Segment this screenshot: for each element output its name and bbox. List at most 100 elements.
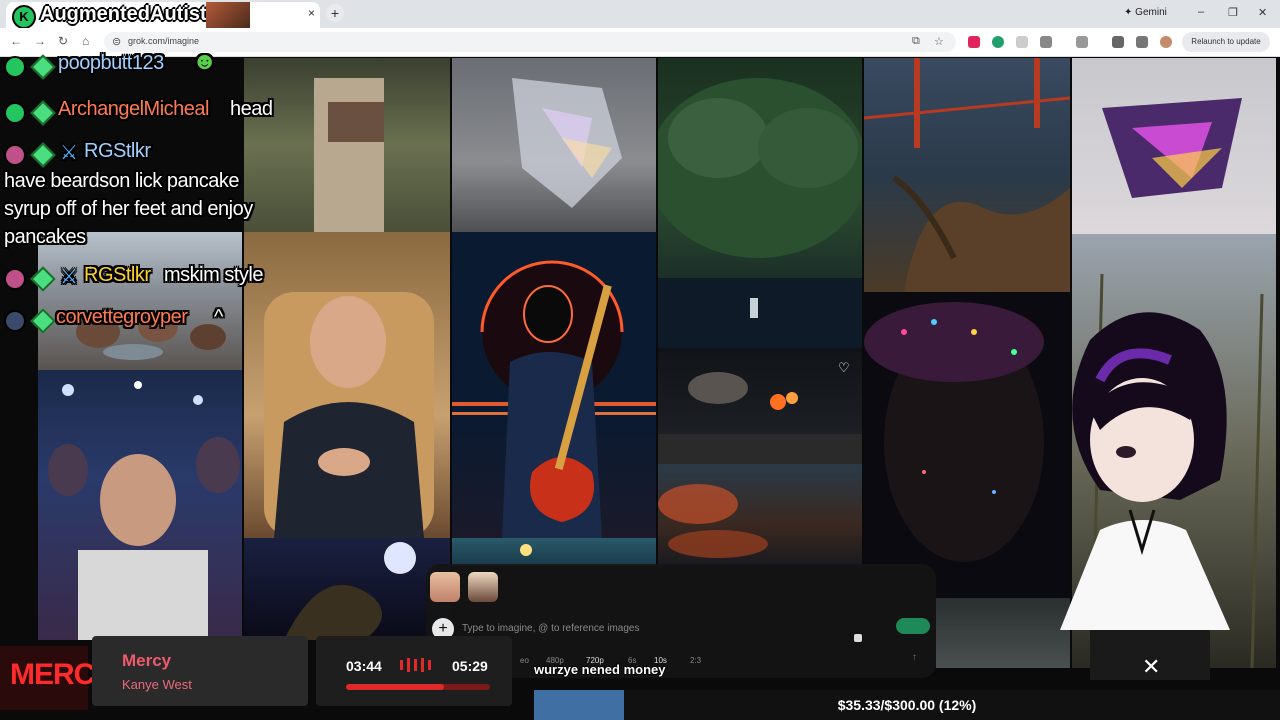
total-duration: 05:29	[452, 658, 488, 674]
chat-text: ^	[214, 306, 223, 328]
streamer-face-thumbnail	[206, 2, 250, 28]
image-tile-snow-monkeys[interactable]	[38, 232, 242, 370]
relaunch-button[interactable]: Relaunch to update	[1182, 32, 1270, 52]
gem-badge-icon	[30, 100, 56, 126]
minimize-button[interactable]: –	[1198, 6, 1204, 18]
chat-text: syrup off of her feet and enjoy	[4, 198, 253, 220]
chat-username[interactable]: RGStlkr	[84, 264, 151, 287]
address-bar[interactable]: ⊜ grok.com/imagine ⧉ ☆	[104, 32, 956, 52]
media-control-icon[interactable]	[1136, 36, 1148, 48]
song-artist: Kanye West	[122, 677, 192, 692]
moderator-badge-icon	[4, 268, 26, 290]
tts-caption: wurzye nened money	[534, 662, 666, 677]
donation-goal-text: $35.33/$300.00 (12%)	[837, 697, 977, 713]
tree-night-art	[658, 78, 862, 348]
elapsed-time: 03:44	[346, 658, 382, 674]
browser-tab[interactable]: K AugmentedAutist ×	[6, 2, 320, 29]
gem-badge-icon	[30, 54, 56, 80]
song-title: Mercy	[122, 651, 172, 670]
moderator-badge-icon	[4, 144, 26, 166]
playback-progress-fill	[346, 684, 444, 690]
close-window-button[interactable]: ✕	[1258, 6, 1267, 19]
now-playing-card: Mercy Kanye West	[92, 636, 308, 706]
image-tile-bald-man-chair[interactable]	[244, 232, 450, 538]
vtuber-avatar	[1060, 312, 1230, 680]
dragon-moon-art	[284, 542, 416, 640]
new-tab-button[interactable]: +	[326, 4, 344, 22]
home-icon[interactable]: ⌂	[82, 34, 89, 48]
reload-icon[interactable]: ↻	[58, 34, 68, 48]
profile-avatar[interactable]	[1160, 36, 1172, 48]
kick-badge-icon	[4, 102, 26, 124]
donation-goal-bar: $35.33/$300.00 (12%)	[534, 690, 1280, 720]
heart-icon[interactable]: ♡	[838, 360, 850, 376]
maximize-button[interactable]: ❐	[1228, 6, 1238, 19]
extension-gray-icon[interactable]	[1016, 36, 1028, 48]
tab-search-icon[interactable]	[1076, 36, 1088, 48]
reference-image-thumb[interactable]	[468, 572, 498, 602]
image-tile-dragon-moon[interactable]	[244, 538, 450, 640]
forward-icon[interactable]: →	[34, 34, 46, 48]
golden-gate-art	[864, 58, 1070, 292]
chat-text: have beardson lick pancake	[4, 170, 239, 192]
grok-mode-toggle[interactable]	[896, 618, 930, 634]
audio-visualizer-icon	[400, 658, 438, 672]
image-tile-guitarist[interactable]	[452, 232, 656, 538]
chat-text: mskim style	[164, 264, 263, 286]
image-tile-dance-crowd[interactable]	[38, 370, 242, 640]
download-icon[interactable]	[1112, 36, 1124, 48]
reference-image-thumb[interactable]	[430, 572, 460, 602]
option-aspect[interactable]: 2:3	[690, 656, 701, 665]
sword-badge-icon: ⚔	[60, 142, 78, 164]
avatar-badge-icon	[4, 310, 26, 332]
overlay-close-icon: ✕	[1142, 654, 1161, 679]
chat-username[interactable]: corvettegroyper	[56, 306, 188, 329]
asteroid-fire-art	[658, 372, 862, 464]
image-tile-tree-night[interactable]	[658, 58, 862, 348]
image-tile-asteroid-fire[interactable]: ♡	[658, 348, 862, 464]
chat-username[interactable]: poopbutt123	[58, 52, 164, 75]
emote-icon: ☻	[192, 48, 217, 75]
kick-badge-icon	[4, 56, 26, 78]
url-text: grok.com/imagine	[128, 36, 200, 46]
stop-icon[interactable]	[854, 634, 862, 642]
extension-red-icon[interactable]	[968, 36, 980, 48]
image-tile-golden-gate[interactable]	[864, 58, 1070, 292]
gemini-button[interactable]: ✦ Gemini	[1124, 7, 1167, 18]
crystal-art	[512, 78, 622, 208]
image-tile-crystal[interactable]	[452, 58, 656, 232]
gemini-label: Gemini	[1135, 7, 1167, 18]
close-tab-icon[interactable]: ×	[308, 6, 315, 20]
chat-text: pancakes	[4, 226, 86, 248]
chat-username[interactable]: ArchangelMicheal	[58, 98, 209, 121]
gem-badge-icon	[30, 142, 56, 168]
guitarist-art	[452, 260, 656, 538]
chat-text: head	[230, 98, 273, 120]
extension-green-icon[interactable]	[992, 36, 1004, 48]
extensions-puzzle-icon[interactable]	[1040, 36, 1052, 48]
ember-clouds-art	[658, 484, 768, 558]
sword-badge-icon: ⚔	[60, 266, 78, 288]
tab-strip: K AugmentedAutist × + ✦ Gemini – ❐ ✕	[0, 0, 1280, 29]
arrow-up-icon[interactable]: ↑	[912, 652, 917, 663]
image-tile-ember-clouds[interactable]	[658, 464, 862, 566]
image-tile-teal-light[interactable]	[452, 538, 656, 566]
bald-man-art	[264, 292, 434, 538]
install-app-icon[interactable]: ⧉	[912, 35, 920, 48]
bookmark-star-icon[interactable]: ☆	[934, 35, 944, 48]
playback-progress-bar	[346, 684, 490, 690]
dance-crowd-art	[48, 381, 240, 640]
prism-art	[1102, 98, 1242, 198]
image-tile-prism[interactable]	[1072, 58, 1276, 234]
chat-username[interactable]: RGStlkr	[84, 140, 151, 163]
woman-basket-art	[314, 78, 384, 232]
site-info-icon[interactable]: ⊜	[112, 35, 121, 48]
back-icon[interactable]: ←	[10, 34, 22, 48]
prompt-input[interactable]	[460, 618, 864, 638]
teal-light-art	[520, 544, 532, 556]
image-tile-woman-basket[interactable]	[244, 58, 450, 232]
tab-title: AugmentedAutist	[40, 3, 207, 25]
playback-progress-card: 03:44 05:29	[316, 636, 512, 706]
option-video[interactable]: eo	[520, 656, 529, 665]
album-art: MERCY	[0, 646, 114, 710]
